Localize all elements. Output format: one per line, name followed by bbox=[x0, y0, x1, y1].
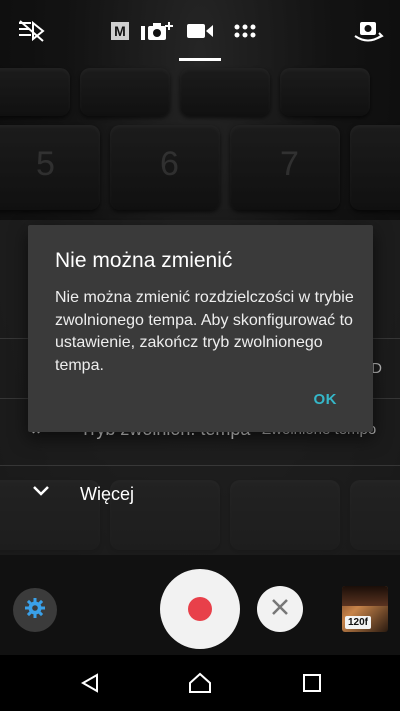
ok-button[interactable]: OK bbox=[314, 391, 338, 408]
thumbnail-badge: 120f bbox=[345, 616, 372, 629]
gallery-thumbnail[interactable]: 120f bbox=[342, 586, 388, 632]
camera-top-bar: M bbox=[0, 0, 400, 64]
back-icon[interactable] bbox=[78, 671, 102, 695]
record-button[interactable] bbox=[160, 569, 240, 649]
home-icon[interactable] bbox=[188, 671, 212, 695]
exit-slowmo-button[interactable] bbox=[257, 586, 303, 632]
record-icon bbox=[188, 597, 212, 621]
photo-plus-icon[interactable] bbox=[138, 18, 176, 44]
chevron-down-icon bbox=[32, 484, 50, 503]
switch-camera-icon[interactable] bbox=[352, 18, 384, 44]
gear-icon bbox=[24, 597, 46, 624]
recents-icon[interactable] bbox=[300, 671, 324, 695]
more-label: Więcej bbox=[80, 484, 135, 504]
settings-row-more[interactable]: Więcej bbox=[0, 465, 400, 526]
flash-off-icon[interactable] bbox=[16, 18, 46, 44]
video-icon[interactable] bbox=[186, 18, 214, 44]
manual-mode-label: M bbox=[111, 22, 129, 40]
dialog-title: Nie można zmienić bbox=[55, 249, 233, 272]
manual-mode-icon[interactable]: M bbox=[110, 18, 130, 44]
selected-mode-indicator bbox=[179, 58, 221, 61]
thumbnail-image bbox=[342, 586, 388, 606]
cannot-change-dialog: Nie można zmienić Nie można zmienić rozd… bbox=[28, 225, 373, 432]
dialog-message: Nie można zmienić rozdzielczości w trybi… bbox=[55, 289, 354, 374]
camera-controls: 120f bbox=[0, 555, 400, 655]
settings-button[interactable] bbox=[13, 588, 57, 632]
more-modes-icon[interactable] bbox=[232, 18, 258, 44]
close-icon bbox=[271, 598, 289, 621]
system-navigation-bar bbox=[0, 655, 400, 711]
